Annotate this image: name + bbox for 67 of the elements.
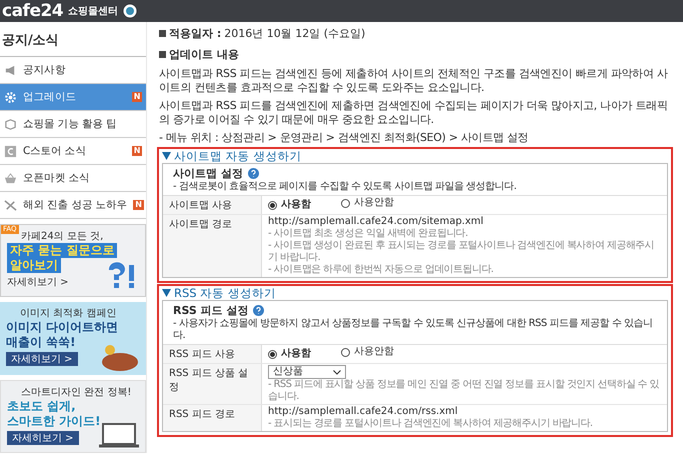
service-name: 쇼핑몰센터 [68, 5, 118, 18]
panel-title: 사이트맵 설정 [173, 166, 243, 181]
row-label: 사이트맵 경로 [163, 215, 262, 277]
new-badge: N [132, 92, 142, 102]
sidebar-item[interactable]: 쇼핑몰 기능 활용 팁 [0, 111, 146, 138]
paragraph: 사이트맵과 RSS 피드는 검색엔진 등에 제출하여 사이트의 전체적인 구조를 검색엔진이 빠르게 파악하여 사이트의 컨텐츠를 효과적으로 수집할 수 있도록 도와주는 요소입니다. [159, 67, 669, 95]
circle-logo-icon [123, 4, 138, 18]
banner-headline: 이미지 다이어트하면 [6, 320, 118, 335]
banner-headline: 알아보기 [7, 258, 61, 273]
c-letter-icon [4, 144, 17, 158]
panel-description: - 사용자가 쇼핑몰에 방문하지 않고서 상품정보를 구독할 수 있도록 신규상품에 대한 RSS 피드를 제공할 수 있습니다. [172, 318, 654, 343]
laptop-icon [99, 420, 139, 448]
sidebar-item[interactable]: 해외 진출 성공 노하우 N [0, 192, 146, 219]
help-note: - 표시되는 경로를 포털사이트나 검색엔진에 복사하여 제공해주시기 바랍니다. [268, 418, 594, 430]
triangle-down-icon [162, 289, 171, 297]
row-label: RSS 피드 경로 [163, 405, 262, 431]
sidebar-title: 공지/소식 [0, 22, 146, 57]
row-label: 사이트맵 사용 [163, 196, 262, 214]
help-note: - 사이트맵 최초 생성은 익일 새벽에 완료됩니다. [268, 228, 469, 240]
promo-banner[interactable]: 스마트디자인 완전 정복! 초보도 쉽게, 스마트한 가이드! 자세히보기 > [0, 380, 146, 453]
help-note: - RSS 피드에 표시할 상품 정보를 메인 진열 중 어떤 진열 정보를 표시할 것인지 선택하실 수 있습니다. [268, 379, 660, 403]
details-link[interactable]: 자세히보기 > [7, 275, 69, 289]
banner-headline: 자주 묻는 질문으로 [7, 243, 118, 258]
section-title[interactable]: RSS 자동 생성하기 [174, 286, 276, 300]
url-text: http://samplemall.cafe24.com/rss.xml [268, 406, 459, 418]
banner-headline: 초보도 쉽게, [7, 399, 76, 414]
radio-option[interactable]: 사용함 [268, 199, 311, 211]
basket-icon [4, 172, 17, 184]
square-bullet-icon [159, 51, 166, 58]
details-link[interactable]: 자세히보기 > [6, 352, 78, 366]
row-label: RSS 피드 사용 [163, 345, 262, 363]
new-badge: N [132, 146, 142, 156]
help-icon[interactable] [248, 168, 259, 179]
sidebar-item[interactable]: C스토어 소식 N [0, 138, 146, 165]
panel-description: - 검색로봇이 효율적으로 페이지를 수집할 수 있도록 사이트맵 파일을 생성합니다. [172, 181, 518, 194]
panel-title: RSS 피드 설정 [173, 303, 248, 318]
banner-kicker: 이미지 최적화 캠페인 [19, 307, 116, 320]
banner-kicker: 카페24의 모든 것, [20, 230, 104, 243]
new-badge: N [133, 200, 144, 210]
url-text: http://samplemall.cafe24.com/sitemap.xml [268, 216, 484, 228]
banner-kicker: 스마트디자인 완전 정복! [20, 386, 132, 399]
menu-path: - 메뉴 위치 : 상점관리 > 운영관리 > 검색엔진 최적화(SEO) > 사이트맵 설정 [159, 131, 530, 145]
radio-option[interactable]: 사용안함 [341, 346, 394, 358]
logo[interactable]: cafe24 [2, 1, 64, 21]
triangle-down-icon [162, 152, 171, 160]
sidebar-item[interactable]: 오픈마켓 소식 [0, 165, 146, 192]
section-title[interactable]: 사이트맵 자동 생성하기 [174, 149, 302, 163]
section-heading: 업데이트 내용 [169, 47, 239, 62]
dropdown[interactable]: 신상품 [268, 365, 346, 379]
paragraph: 사이트맵과 RSS 피드를 검색엔진에 제출하면 검색엔진에 수집되는 페이지가 더욱 많아지고, 나아가 트래픽의 증가로 이어질 수 있기 때문에 매우 중요한 요소입니다. [159, 99, 668, 127]
help-note: - 사이트맵은 하루에 한번씩 자동으로 업데이트됩니다. [268, 264, 494, 276]
radio-option[interactable]: 사용함 [268, 348, 311, 360]
help-note: - 사이트맵 생성이 완료된 후 표시되는 경로를 포털사이트나 검색엔진에 복사하여 제공해주시기 바랍니다. [268, 240, 655, 264]
row-label: RSS 피드 상품 설정 [163, 364, 262, 404]
banner-headline: 스마트한 가이드! [7, 414, 101, 429]
gear-icon [4, 90, 17, 104]
megaphone-icon [4, 64, 17, 76]
sidebar-item[interactable]: 업그레이드 N [0, 84, 146, 111]
square-bullet-icon [159, 30, 166, 37]
details-link[interactable]: 자세히보기 > [7, 431, 79, 445]
date-text: 2016년 10월 12일 (수요일) [224, 26, 366, 41]
date-label: 적용일자 : [169, 26, 222, 41]
radio-option[interactable]: 사용안함 [341, 197, 394, 209]
help-icon[interactable] [253, 305, 264, 316]
chevron-down-icon [333, 370, 341, 374]
promo-banner[interactable]: 이미지 최적화 캠페인 이미지 다이어트하면 매출이 쑥쑥! 자세히보기 > [0, 302, 146, 375]
banner-headline: 매출이 쑥쑥! [6, 335, 76, 350]
